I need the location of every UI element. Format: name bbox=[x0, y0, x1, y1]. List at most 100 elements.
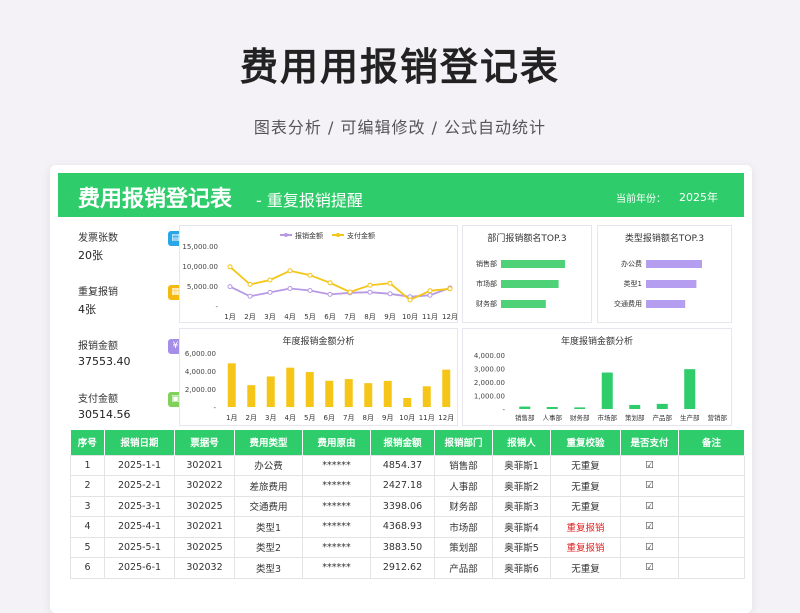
table-cell[interactable]: 1 bbox=[70, 454, 105, 476]
type-top3-panel[interactable]: 类型报销额名TOP.3 办公费 类型1 交通费用 bbox=[597, 225, 732, 323]
checkbox-icon[interactable]: ☑ bbox=[620, 516, 679, 538]
table-cell[interactable]: 3398.06 bbox=[370, 495, 435, 517]
table-cell[interactable]: 302021 bbox=[174, 454, 235, 476]
bar-label: 类型1 bbox=[624, 279, 642, 288]
table-cell[interactable]: 2025-3-1 bbox=[104, 495, 175, 517]
table-cell[interactable]: 2025-4-1 bbox=[104, 516, 175, 538]
table-cell[interactable]: 302032 bbox=[174, 557, 235, 579]
table-cell[interactable] bbox=[678, 475, 745, 497]
table-cell[interactable]: 无重复 bbox=[550, 495, 621, 517]
table-cell[interactable]: 4368.93 bbox=[370, 516, 435, 538]
series-line bbox=[229, 266, 451, 302]
table-cell[interactable]: 办公费 bbox=[234, 454, 303, 476]
table-cell[interactable]: 人事部 bbox=[434, 475, 493, 497]
table-cell[interactable]: ****** bbox=[302, 454, 371, 476]
sheet-title: 费用报销登记表 bbox=[78, 187, 233, 212]
table-cell[interactable] bbox=[678, 495, 745, 517]
checkbox-icon[interactable]: ☑ bbox=[620, 475, 679, 497]
table-cell[interactable]: 产品部 bbox=[434, 557, 493, 579]
table-cell[interactable] bbox=[678, 557, 745, 579]
table-cell[interactable] bbox=[678, 454, 745, 476]
table-row[interactable]: 1 2025-1-1 302021 办公费 ****** 4854.37 销售部 奥菲斯1 无重… bbox=[70, 454, 745, 476]
table-row[interactable]: 3 2025-3-1 302025 交通费用 ****** 3398.06 财务部 奥菲斯3 无… bbox=[70, 495, 745, 517]
bar-label: 市场部 bbox=[476, 279, 497, 288]
column-header[interactable]: 报销日期 bbox=[104, 430, 175, 455]
column-header[interactable]: 序号 bbox=[70, 430, 105, 455]
column-header[interactable]: 重复校验 bbox=[550, 430, 621, 455]
table-cell[interactable]: 销售部 bbox=[434, 454, 493, 476]
column-header[interactable]: 报销部门 bbox=[434, 430, 493, 455]
x-tick-label: 4月 bbox=[285, 414, 296, 422]
table-cell[interactable]: 2025-2-1 bbox=[104, 475, 175, 497]
table-cell[interactable]: 奥菲斯1 bbox=[492, 454, 551, 476]
table-cell[interactable]: 2025-1-1 bbox=[104, 454, 175, 476]
table-cell[interactable]: 2025-5-1 bbox=[104, 536, 175, 558]
table-row[interactable]: 4 2025-4-1 302021 类型1 ****** 4368.93 市场部 奥菲斯4 重复… bbox=[70, 516, 745, 538]
table-cell[interactable]: ****** bbox=[302, 475, 371, 497]
bar bbox=[574, 407, 586, 409]
column-header[interactable]: 费用原由 bbox=[302, 430, 371, 455]
line-chart-panel[interactable]: 报销金额 支付金额 15,000.00 10,000.00 5,000.00 -1月 2月 3… bbox=[179, 225, 458, 323]
table-cell[interactable]: 无重复 bbox=[550, 454, 621, 476]
table-cell[interactable]: 302025 bbox=[174, 536, 235, 558]
table-cell[interactable]: 财务部 bbox=[434, 495, 493, 517]
table-cell[interactable]: 重复报销 bbox=[550, 516, 621, 538]
table-cell[interactable]: ****** bbox=[302, 516, 371, 538]
table-cell[interactable]: 302025 bbox=[174, 495, 235, 517]
table-cell[interactable]: 重复报销 bbox=[550, 536, 621, 558]
table-cell[interactable]: 4 bbox=[70, 516, 105, 538]
table-cell[interactable]: 4854.37 bbox=[370, 454, 435, 476]
legend-label: 报销金额 bbox=[295, 231, 323, 240]
checkbox-icon[interactable]: ☑ bbox=[620, 536, 679, 558]
x-tick-label: 营销部 bbox=[708, 413, 728, 422]
table-cell[interactable]: 奥菲斯4 bbox=[492, 516, 551, 538]
table-cell[interactable]: 策划部 bbox=[434, 536, 493, 558]
table-cell[interactable]: 交通费用 bbox=[234, 495, 303, 517]
table-cell[interactable]: 2 bbox=[70, 475, 105, 497]
monthly-bar-panel[interactable]: 年度报销金额分析 6,000.00 4,000.00 2,000.00 - 1月 2月 3月… bbox=[179, 328, 458, 426]
table-row[interactable]: 6 2025-6-1 302032 类型3 ****** 2912.62 产品部 奥菲斯6 无重… bbox=[70, 557, 745, 579]
table-cell[interactable]: 3883.50 bbox=[370, 536, 435, 558]
column-header[interactable]: 报销人 bbox=[492, 430, 551, 455]
table-cell[interactable]: 类型3 bbox=[234, 557, 303, 579]
checkbox-icon[interactable]: ☑ bbox=[620, 454, 679, 476]
table-cell[interactable]: 类型2 bbox=[234, 536, 303, 558]
table-cell[interactable]: 3 bbox=[70, 495, 105, 517]
column-header[interactable]: 备注 bbox=[678, 430, 745, 455]
table-cell[interactable]: ****** bbox=[302, 495, 371, 517]
table-cell[interactable] bbox=[678, 516, 745, 538]
table-cell[interactable]: 无重复 bbox=[550, 475, 621, 497]
table-cell[interactable]: 6 bbox=[70, 557, 105, 579]
dept-top3-title: 部门报销额名TOP.3 bbox=[487, 234, 567, 244]
checkbox-icon[interactable]: ☑ bbox=[620, 557, 679, 579]
table-cell[interactable]: 5 bbox=[70, 536, 105, 558]
table-cell[interactable]: 2025-6-1 bbox=[104, 557, 175, 579]
column-header[interactable]: 费用类型 bbox=[234, 430, 303, 455]
table-cell[interactable]: 奥菲斯5 bbox=[492, 536, 551, 558]
table-cell[interactable]: 类型1 bbox=[234, 516, 303, 538]
column-header[interactable]: 报销金额 bbox=[370, 430, 435, 455]
table-cell[interactable]: 奥菲斯2 bbox=[492, 475, 551, 497]
table-cell[interactable] bbox=[678, 536, 745, 558]
table-row[interactable]: 5 2025-5-1 302025 类型2 ****** 3883.50 策划部 奥菲斯5 重复… bbox=[70, 536, 745, 558]
table-cell[interactable]: ****** bbox=[302, 536, 371, 558]
table-cell[interactable]: 302022 bbox=[174, 475, 235, 497]
table-cell[interactable]: 2912.62 bbox=[370, 557, 435, 579]
dept-bar-panel[interactable]: 年度报销金额分析 4,000.00 3,000.00 2,000.00 1,000.0… bbox=[462, 328, 732, 426]
table-cell[interactable]: 奥菲斯3 bbox=[492, 495, 551, 517]
column-header[interactable]: 是否支付 bbox=[620, 430, 679, 455]
table-cell[interactable]: 302021 bbox=[174, 516, 235, 538]
checkbox-icon[interactable]: ☑ bbox=[620, 495, 679, 517]
table-cell[interactable]: 差旅费用 bbox=[234, 475, 303, 497]
column-header[interactable]: 票据号 bbox=[174, 430, 235, 455]
table-cell[interactable]: 无重复 bbox=[550, 557, 621, 579]
table-cell[interactable]: 市场部 bbox=[434, 516, 493, 538]
year-value[interactable]: 2025年 bbox=[679, 189, 718, 205]
table-cell[interactable]: 奥菲斯6 bbox=[492, 557, 551, 579]
bar bbox=[646, 300, 686, 308]
table-row[interactable]: 2 2025-2-1 302022 差旅费用 ****** 2427.18 人事部 奥菲斯2 无… bbox=[70, 475, 745, 497]
dept-top3-panel[interactable]: 部门报销额名TOP.3 销售部 市场部 财务部 bbox=[462, 225, 592, 323]
table-cell[interactable]: ****** bbox=[302, 557, 371, 579]
table-cell[interactable]: 2427.18 bbox=[370, 475, 435, 497]
data-point bbox=[427, 288, 433, 294]
